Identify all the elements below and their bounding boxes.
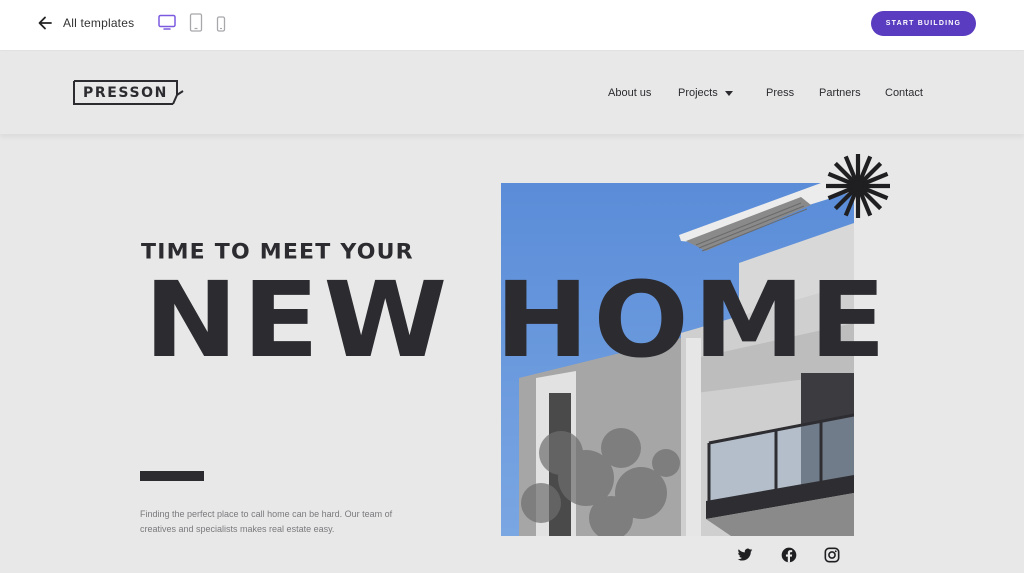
- facebook-icon[interactable]: [781, 547, 797, 563]
- hero-headline: NEW HOME: [144, 259, 891, 381]
- twitter-icon[interactable]: [737, 547, 753, 563]
- back-arrow-icon[interactable]: [36, 14, 54, 32]
- start-building-button[interactable]: START BUILDING: [871, 11, 976, 36]
- all-templates-link[interactable]: All templates: [63, 16, 134, 30]
- editor-toolbar: All templates START BUILDING: [0, 0, 1024, 51]
- starburst-icon: [824, 152, 892, 220]
- mobile-icon[interactable]: [216, 13, 226, 38]
- presson-logo[interactable]: PRESSON: [73, 80, 185, 106]
- logo-text: PRESSON: [83, 85, 168, 101]
- caret-down-icon[interactable]: [725, 91, 733, 96]
- desktop-icon[interactable]: [158, 13, 176, 36]
- hero-description: Finding the perfect place to call home c…: [140, 507, 420, 537]
- nav-press[interactable]: Press: [766, 87, 794, 99]
- nav-projects[interactable]: Projects: [678, 87, 718, 99]
- nav-about-us[interactable]: About us: [608, 87, 651, 99]
- hero-description-line: creatives and specialists makes real est…: [140, 524, 335, 534]
- tablet-icon[interactable]: [189, 13, 203, 38]
- site-header: PRESSON About us Projects Press Partners…: [0, 52, 1024, 134]
- hero-description-line: Finding the perfect place to call home c…: [140, 509, 393, 519]
- nav-partners[interactable]: Partners: [819, 87, 861, 99]
- instagram-icon[interactable]: [824, 547, 840, 563]
- accent-divider: [140, 471, 204, 481]
- nav-contact[interactable]: Contact: [885, 87, 923, 99]
- starburst-center: [852, 180, 864, 192]
